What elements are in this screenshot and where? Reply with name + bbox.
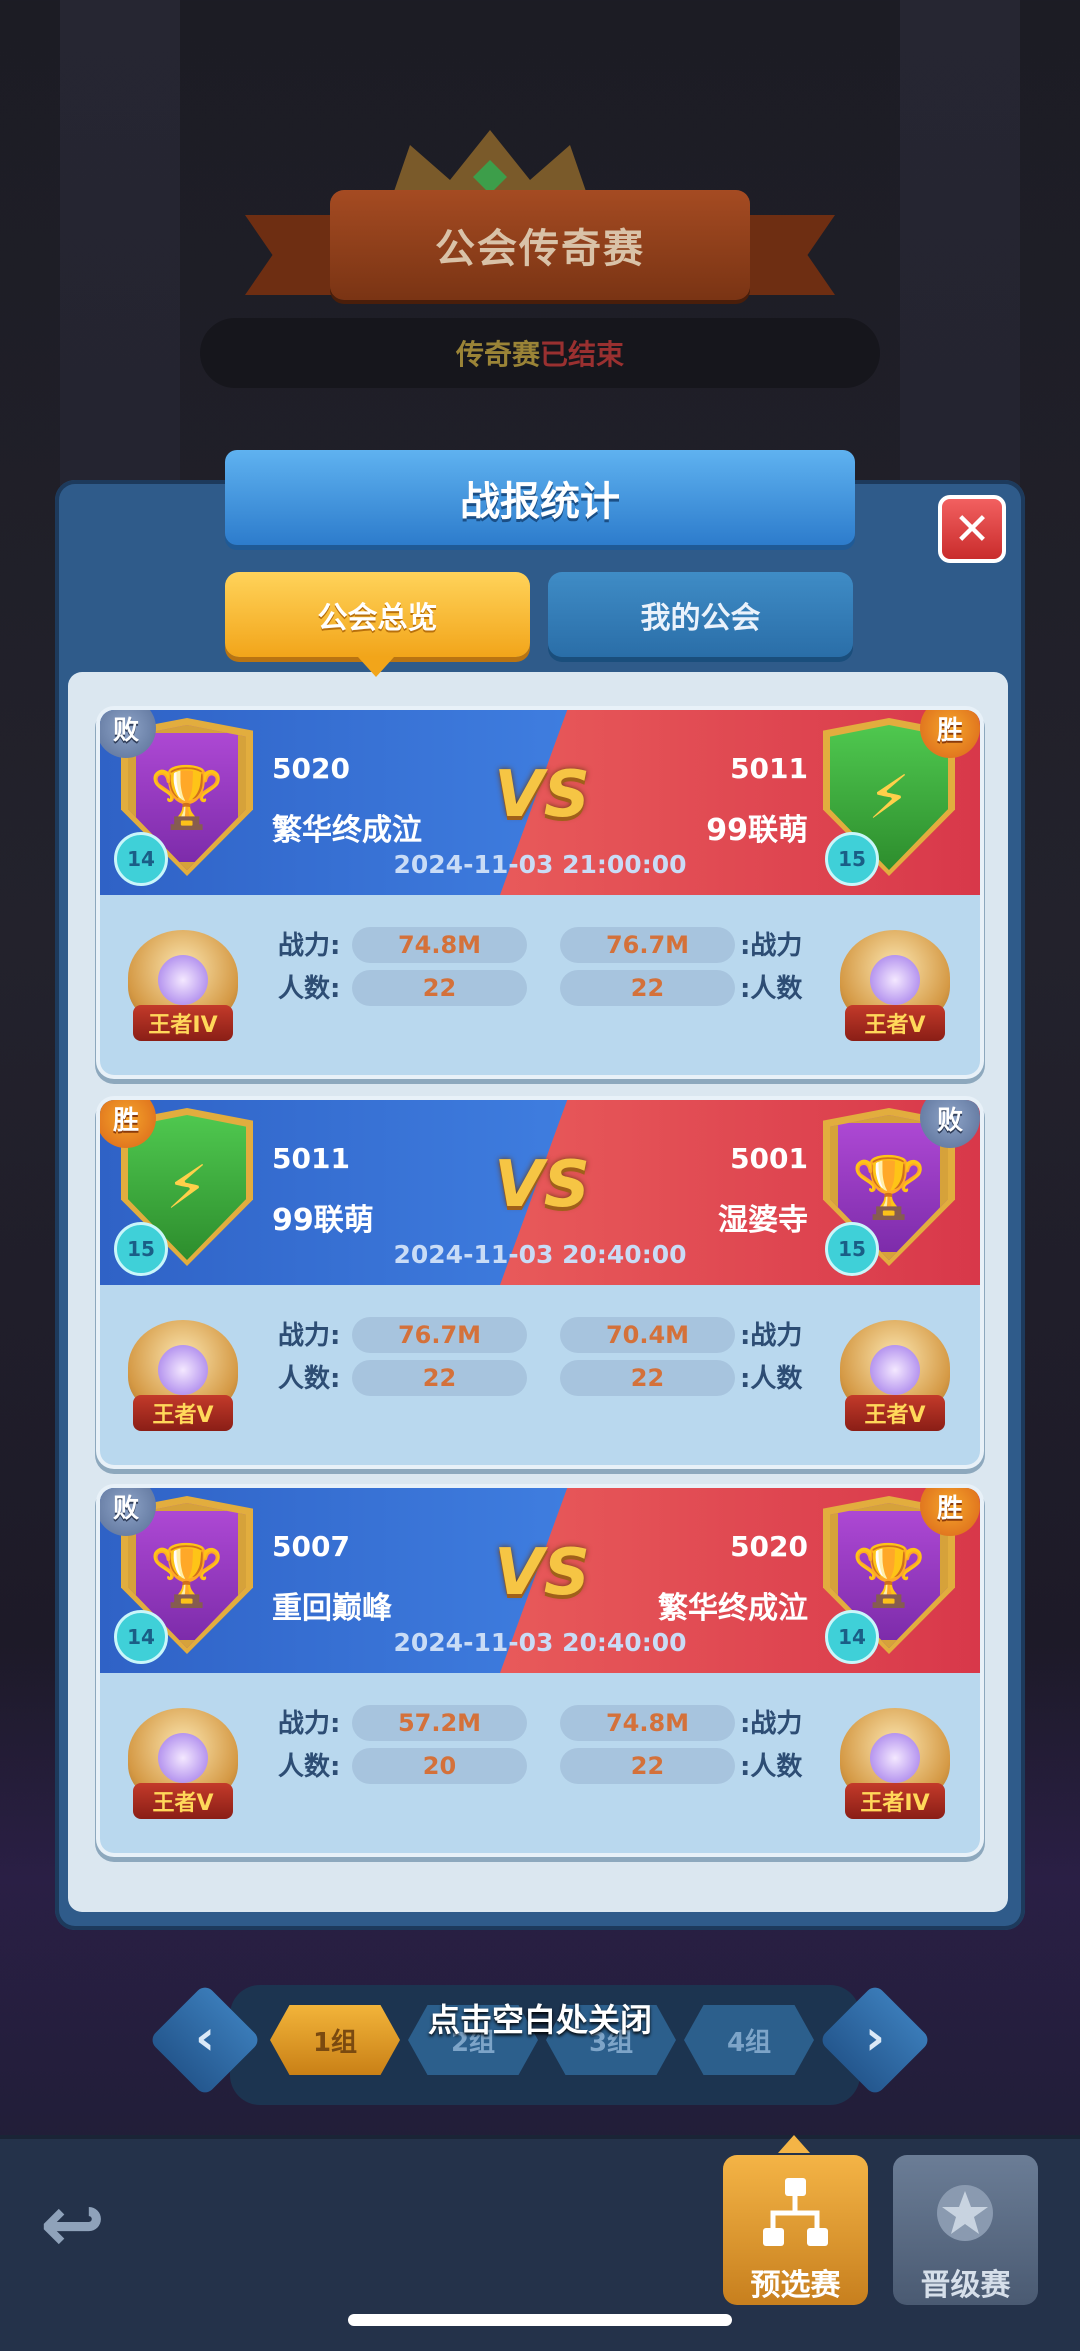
power-label: 战力: bbox=[278, 1709, 341, 1739]
back-button[interactable]: ↩ bbox=[40, 2180, 140, 2270]
power-label: 战力: bbox=[278, 931, 341, 961]
match-header: ⚡ 15 胜 🏆 15 败 5011 99联萌 5001 湿婆寺 VS 2024… bbox=[100, 1100, 980, 1285]
right-power-value: 74.8M bbox=[560, 1705, 735, 1741]
right-guild-id: 5001 bbox=[730, 1142, 808, 1175]
gem-icon bbox=[158, 1345, 208, 1395]
members-label: :人数 bbox=[740, 974, 803, 1004]
status-prefix: 传奇赛 bbox=[455, 338, 540, 371]
right-guild-id: 5020 bbox=[730, 1530, 808, 1563]
rank-badge: 王者V bbox=[118, 1693, 248, 1823]
rank-badge: 王者IV bbox=[118, 915, 248, 1045]
rank-badge: 王者V bbox=[830, 1305, 960, 1435]
left-guild-id: 5007 bbox=[272, 1530, 350, 1563]
right-members-value: 22 bbox=[560, 970, 735, 1006]
members-label: 人数: bbox=[278, 1752, 341, 1782]
left-power-value: 57.2M bbox=[352, 1705, 527, 1741]
tab-label: 公会总览 bbox=[317, 600, 438, 636]
gem-icon bbox=[870, 1733, 920, 1783]
match-card: 🏆 14 败 ⚡ 15 胜 5020 繁华终成泣 5011 99联萌 VS 20… bbox=[100, 710, 980, 1075]
emblem-glyph: 🏆 bbox=[851, 1153, 927, 1223]
tab-my-guild[interactable]: 我的公会 bbox=[548, 572, 853, 657]
home-indicator[interactable] bbox=[348, 2314, 732, 2326]
emblem-glyph: 🏆 bbox=[149, 763, 225, 833]
members-label: 人数: bbox=[278, 1364, 341, 1394]
dialog-ribbon: 战报统计 bbox=[225, 450, 855, 545]
emblem-glyph: 🏆 bbox=[149, 1541, 225, 1611]
selected-indicator bbox=[778, 2135, 810, 2153]
emblem-glyph: ⚡ bbox=[165, 1152, 209, 1223]
rank-badge: 王者V bbox=[118, 1305, 248, 1435]
left-members-value: 22 bbox=[352, 1360, 527, 1396]
left-guild-name: 重回巅峰 bbox=[272, 1591, 392, 1626]
right-guild-name: 繁华终成泣 bbox=[658, 1591, 808, 1626]
right-members-value: 22 bbox=[560, 1748, 735, 1784]
tab-label: 我的公会 bbox=[640, 600, 761, 636]
power-label: :战力 bbox=[740, 1709, 803, 1739]
close-button[interactable]: ✕ bbox=[938, 495, 1006, 563]
preliminary-button[interactable]: 预选赛 bbox=[723, 2155, 868, 2305]
gem-icon bbox=[158, 955, 208, 1005]
event-status: 传奇赛 已结束 bbox=[200, 318, 880, 388]
rank-badge: 王者V bbox=[830, 915, 960, 1045]
dialog-title: 战报统计 bbox=[460, 478, 620, 525]
promotion-button[interactable]: 晋级赛 bbox=[893, 2155, 1038, 2305]
status-suffix: 已结束 bbox=[540, 338, 625, 371]
star-medal-icon bbox=[937, 2185, 993, 2241]
right-guild-name: 湿婆寺 bbox=[718, 1203, 808, 1238]
tab-guild-overview[interactable]: 公会总览 bbox=[225, 572, 530, 657]
right-power-value: 76.7M bbox=[560, 927, 735, 963]
left-power-value: 74.8M bbox=[352, 927, 527, 963]
vs-icon: VS bbox=[494, 1536, 590, 1610]
vs-icon: VS bbox=[494, 1148, 590, 1222]
right-members-value: 22 bbox=[560, 1360, 735, 1396]
tap-to-close-hint: 点击空白处关闭 bbox=[427, 2001, 652, 2039]
match-card: 🏆 14 败 🏆 14 胜 5007 重回巅峰 5020 繁华终成泣 VS 20… bbox=[100, 1488, 980, 1853]
left-guild-name: 繁华终成泣 bbox=[272, 813, 422, 848]
left-guild-id: 5020 bbox=[272, 752, 350, 785]
left-guild-id: 5011 bbox=[272, 1142, 350, 1175]
members-label: :人数 bbox=[740, 1752, 803, 1782]
right-power-value: 70.4M bbox=[560, 1317, 735, 1353]
power-label: :战力 bbox=[740, 931, 803, 961]
members-label: 人数: bbox=[278, 974, 341, 1004]
close-icon: ✕ bbox=[953, 503, 991, 555]
match-header: 🏆 14 败 🏆 14 胜 5007 重回巅峰 5020 繁华终成泣 VS 20… bbox=[100, 1488, 980, 1673]
event-banner: 公会传奇赛 bbox=[330, 190, 750, 300]
preliminary-label: 预选赛 bbox=[750, 2268, 841, 2303]
emblem-glyph: 🏆 bbox=[851, 1541, 927, 1611]
vs-icon: VS bbox=[494, 758, 590, 832]
left-members-value: 20 bbox=[352, 1748, 527, 1784]
emblem-glyph: ⚡ bbox=[867, 762, 911, 833]
power-label: :战力 bbox=[740, 1321, 803, 1351]
match-header: 🏆 14 败 ⚡ 15 胜 5020 繁华终成泣 5011 99联萌 VS 20… bbox=[100, 710, 980, 895]
rank-label: 王者V bbox=[133, 1395, 233, 1431]
members-label: :人数 bbox=[740, 1364, 803, 1394]
right-guild-name: 99联萌 bbox=[706, 813, 808, 848]
right-guild-id: 5011 bbox=[730, 752, 808, 785]
power-label: 战力: bbox=[278, 1321, 341, 1351]
match-card: ⚡ 15 胜 🏆 15 败 5011 99联萌 5001 湿婆寺 VS 2024… bbox=[100, 1100, 980, 1465]
rank-badge: 王者IV bbox=[830, 1693, 960, 1823]
event-title: 公会传奇赛 bbox=[435, 226, 645, 272]
promotion-label: 晋级赛 bbox=[920, 2268, 1011, 2303]
rank-label: 王者IV bbox=[845, 1783, 945, 1819]
bracket-icon bbox=[763, 2178, 828, 2246]
gem-icon bbox=[870, 1345, 920, 1395]
gem-icon bbox=[158, 1733, 208, 1783]
match-datetime: 2024-11-03 20:40:00 bbox=[393, 1628, 687, 1657]
gem-icon bbox=[870, 955, 920, 1005]
back-arrow-icon: ↩ bbox=[40, 2180, 106, 2270]
left-guild-name: 99联萌 bbox=[272, 1203, 374, 1238]
active-tab-pointer bbox=[358, 657, 394, 677]
rank-label: 王者IV bbox=[133, 1005, 233, 1041]
left-members-value: 22 bbox=[352, 970, 527, 1006]
rank-label: 王者V bbox=[133, 1783, 233, 1819]
match-datetime: 2024-11-03 21:00:00 bbox=[393, 850, 687, 879]
rank-label: 王者V bbox=[845, 1395, 945, 1431]
match-datetime: 2024-11-03 20:40:00 bbox=[393, 1240, 687, 1269]
left-power-value: 76.7M bbox=[352, 1317, 527, 1353]
rank-label: 王者V bbox=[845, 1005, 945, 1041]
